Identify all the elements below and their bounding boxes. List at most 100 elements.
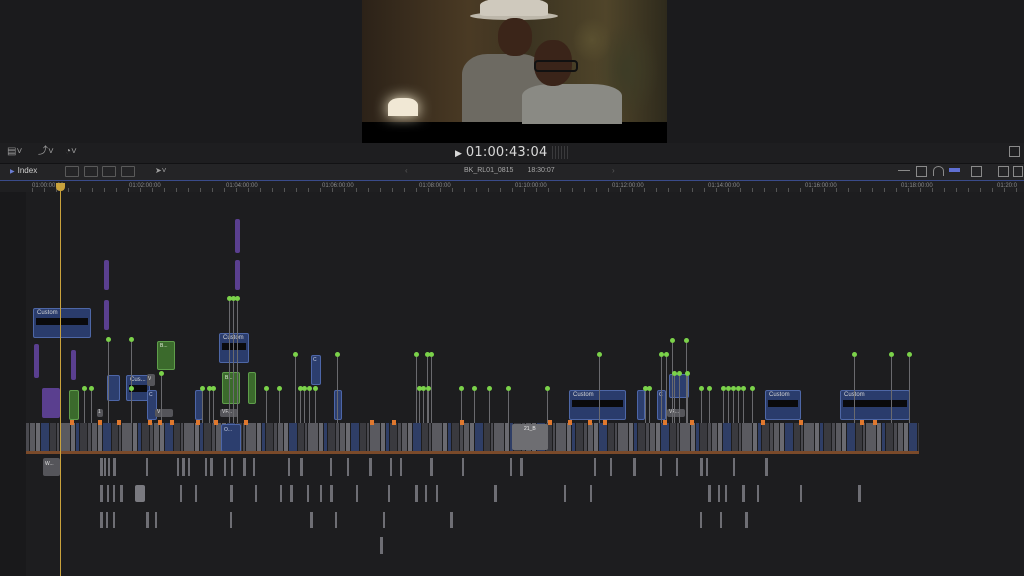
connected-clip[interactable]: V [147,374,155,386]
storyline-clip[interactable] [762,423,770,451]
title-clip[interactable]: Custom [569,390,626,420]
storyline-clip[interactable] [351,423,360,451]
forward-arrow-icon[interactable]: › [612,165,615,177]
marker[interactable] [196,420,200,425]
storyline-clip[interactable] [909,423,918,451]
storyline-clip[interactable] [576,423,584,451]
audio-clip[interactable] [400,458,402,476]
storyline-clip[interactable] [475,423,484,451]
effects-browser-icon[interactable] [1013,166,1023,177]
green-clip[interactable] [69,390,79,420]
marker[interactable] [70,420,74,425]
storyline-clip[interactable] [184,423,195,451]
audio-clip[interactable] [380,537,383,554]
connect-icon[interactable] [102,166,116,177]
storyline-clip[interactable] [60,423,71,451]
snapping-icon[interactable] [971,166,982,177]
fullscreen-icon[interactable] [1009,146,1020,157]
storyline-clip[interactable] [723,423,732,451]
storyline-clip[interactable] [41,423,50,451]
title-clip[interactable]: Custom [219,333,249,363]
audio-clip[interactable] [757,485,759,502]
effect-clip[interactable] [71,350,76,380]
audio-skimming-icon[interactable] [933,166,944,176]
audio-clip[interactable] [610,458,612,476]
audio-clip[interactable] [676,458,678,476]
audio-clip[interactable] [100,512,103,528]
audio-clip[interactable] [660,458,662,476]
storyline-clip[interactable] [432,423,443,451]
marker[interactable] [214,420,218,425]
storyline-clip[interactable] [422,423,429,451]
storyline-clip[interactable] [174,423,181,451]
overwrite-icon[interactable] [121,166,135,177]
storyline-clip[interactable] [370,423,381,451]
marker[interactable] [873,420,877,425]
audio-clip[interactable] [742,485,745,502]
audio-clip[interactable] [745,512,748,528]
audio-clip[interactable] [494,485,497,502]
audio-clip[interactable] [113,512,115,528]
audio-clip[interactable] [107,485,109,502]
connected-clip[interactable]: 1 [97,409,103,417]
audio-clip[interactable] [100,485,103,502]
audio-clip[interactable] [290,485,293,502]
storyline-clip[interactable] [328,423,336,451]
index-button[interactable]: ▶ Index [10,165,37,178]
marker[interactable] [603,420,607,425]
storyline-clip[interactable] [886,423,894,451]
marker[interactable] [392,420,396,425]
audio-clip[interactable] [106,512,108,528]
audio-clip[interactable] [564,485,566,502]
marker[interactable] [568,420,572,425]
audio-clip[interactable] [135,485,145,502]
audio-clip[interactable] [708,485,711,502]
audio-clip[interactable] [369,458,372,476]
storyline-clip[interactable] [670,423,677,451]
marker[interactable] [117,420,121,425]
audio-clip[interactable] [390,458,392,476]
audio-clip[interactable] [288,458,290,476]
connected-clip[interactable] [637,390,645,420]
storyline-clip[interactable] [360,423,367,451]
marker[interactable] [663,420,667,425]
storyline-clip[interactable] [661,423,670,451]
speed-icon[interactable]: ◔˅ [65,146,77,158]
audio-clip[interactable] [462,458,464,476]
audio-clip[interactable] [280,485,282,502]
audio-clip[interactable] [104,458,106,476]
storyline-clip[interactable] [608,423,615,451]
effect-clip[interactable] [104,260,109,290]
play-icon[interactable]: ▶ [455,149,462,159]
audio-clip[interactable] [700,458,703,476]
video-frame[interactable] [362,0,667,143]
marker[interactable] [460,420,464,425]
audio-clip[interactable] [188,458,190,476]
storyline-clip[interactable] [204,423,212,451]
audio-clip[interactable] [310,512,313,528]
effect-clip[interactable] [235,219,240,253]
view-options-icon[interactable]: ▤˅ [7,146,22,158]
marker[interactable] [860,420,864,425]
audio-clip[interactable] [205,458,207,476]
marker[interactable] [761,420,765,425]
audio-clip[interactable] [120,485,123,502]
storyline-clip[interactable] [298,423,305,451]
audio-clip[interactable] [182,458,185,476]
audio-clip[interactable] [590,485,592,502]
audio-clip[interactable] [300,458,303,476]
storyline-clip[interactable] [122,423,133,451]
skimming-icon[interactable] [916,166,927,177]
audio-clip[interactable] [356,485,358,502]
green-clip[interactable] [248,372,256,404]
audio-clip[interactable] [177,458,179,476]
audio-clip[interactable] [415,485,418,502]
storyline-clip[interactable] [494,423,505,451]
storyline-clip[interactable] [413,423,422,451]
audio-clip[interactable] [450,512,453,528]
audio-clip[interactable] [383,512,385,528]
marker[interactable] [244,420,248,425]
storyline-clip[interactable] [50,423,57,451]
storyline-clip[interactable] [80,423,88,451]
effect-clip[interactable] [42,388,60,418]
